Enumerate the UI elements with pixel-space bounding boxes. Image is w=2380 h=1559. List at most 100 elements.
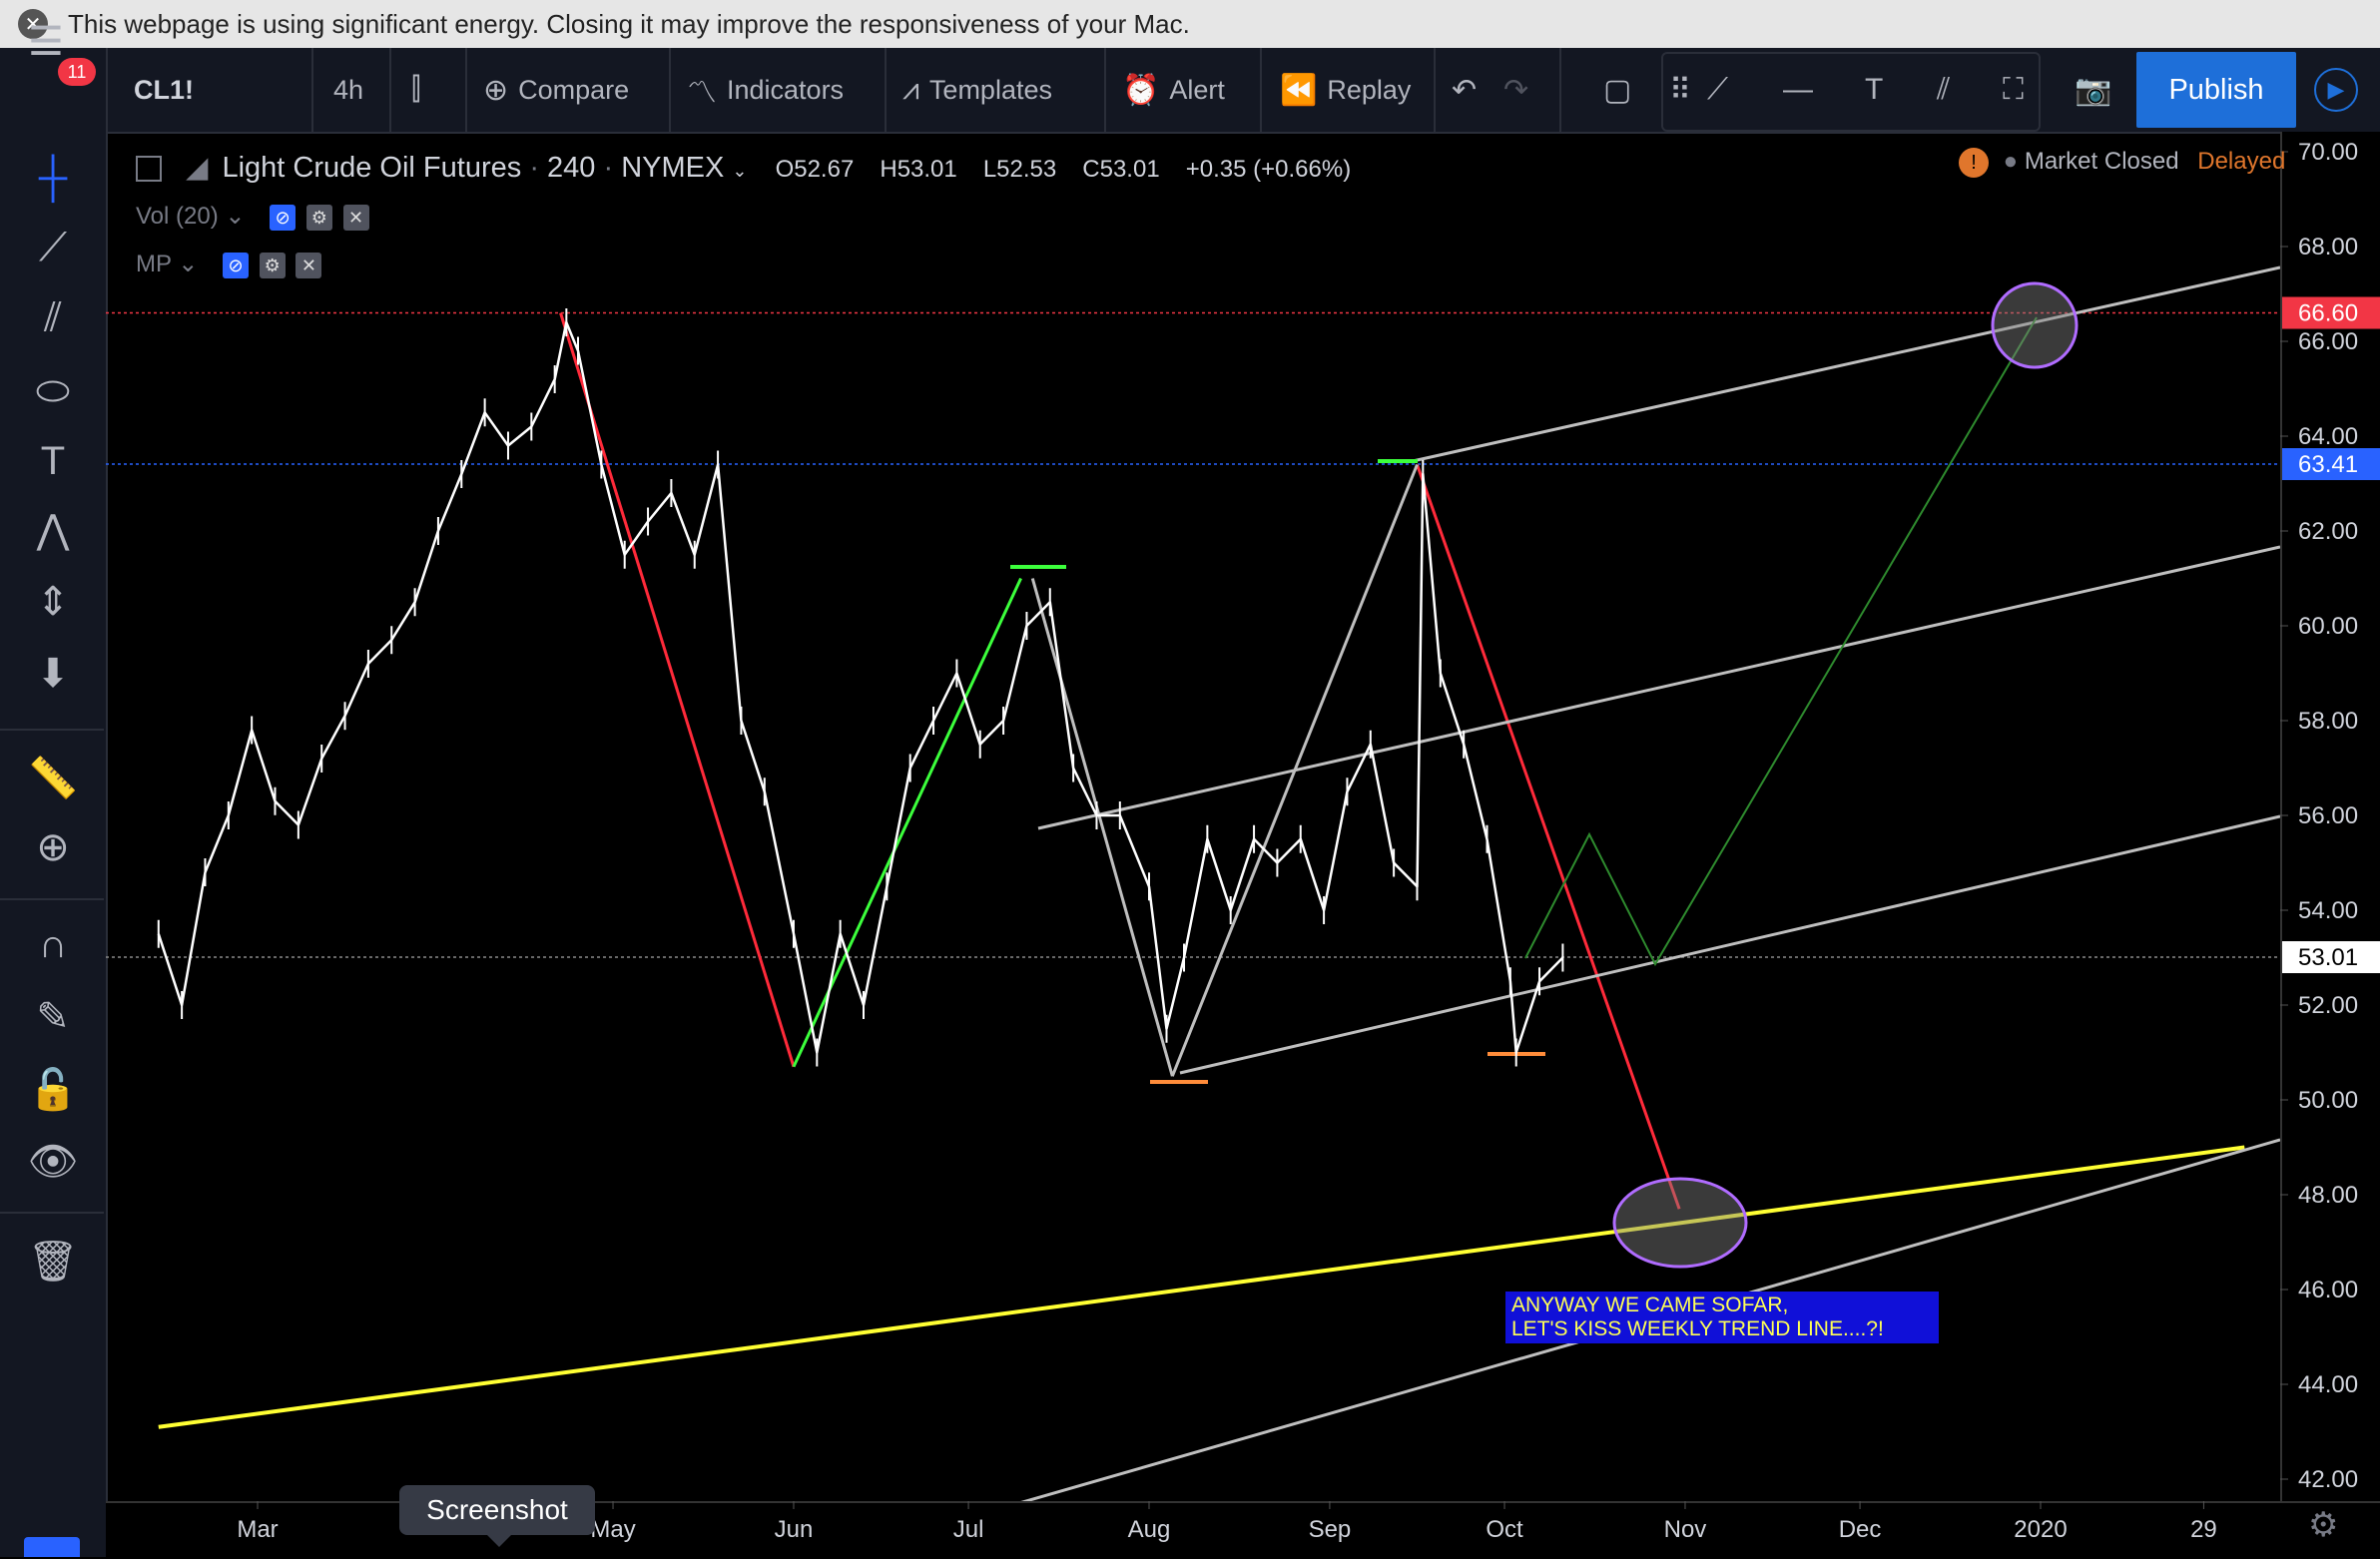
redo-button[interactable]: ↷ bbox=[1503, 48, 1538, 132]
price-label: 53.01 bbox=[2298, 944, 2358, 971]
fullscreen-icon: ⛶ bbox=[2003, 73, 2024, 106]
y-tick-label: 42.00 bbox=[2298, 1466, 2358, 1493]
target-ellipse bbox=[1991, 281, 2079, 369]
favorites-star-icon[interactable] bbox=[24, 1537, 80, 1557]
legend-change: +0.35 (+0.66%) bbox=[1185, 156, 1352, 183]
x-tick-label: Nov bbox=[1664, 1516, 1707, 1543]
legend-close: C53.01 bbox=[1082, 156, 1160, 183]
y-tick-label: 64.00 bbox=[2298, 423, 2358, 450]
x-tick-label: Aug bbox=[1128, 1516, 1171, 1543]
alarm-clock-icon: ⏰ bbox=[1122, 73, 1160, 107]
layout-button[interactable]: ▢ bbox=[1603, 48, 1641, 132]
publish-button[interactable]: Publish bbox=[2136, 52, 2296, 128]
lock-drawing-icon[interactable]: ✎ bbox=[0, 994, 106, 1040]
warning-icon[interactable]: ! bbox=[1959, 148, 1989, 178]
price-label: 63.41 bbox=[2298, 451, 2358, 478]
legend-high: H53.01 bbox=[880, 156, 957, 183]
ruler-icon[interactable]: 📏 bbox=[0, 755, 106, 801]
chevron-down-icon[interactable]: ⌄ bbox=[732, 161, 747, 181]
x-tick-label: 2020 bbox=[2014, 1516, 2067, 1543]
indicators-label: Indicators bbox=[727, 74, 845, 105]
y-tick-label: 50.00 bbox=[2298, 1087, 2358, 1114]
x-tick-label: Oct bbox=[1486, 1516, 1523, 1543]
chevron-down-icon[interactable]: ⌄ bbox=[225, 203, 245, 230]
horizontal-line-tool[interactable]: — bbox=[1783, 48, 1823, 132]
pattern-tool-icon[interactable]: ⋀ bbox=[0, 507, 106, 553]
arrow-down-icon[interactable]: ⬇ bbox=[0, 651, 106, 697]
y-tick-label: 66.00 bbox=[2298, 328, 2358, 355]
x-tick-label: 29 bbox=[2190, 1516, 2217, 1543]
alert-button[interactable]: ⏰ Alert bbox=[1122, 48, 1225, 132]
hamburger-icon: ☰ bbox=[28, 20, 64, 64]
snapshot-button[interactable]: 📷 bbox=[2075, 48, 2121, 132]
drag-handle[interactable]: ⠿ bbox=[1669, 48, 1701, 132]
hide-icon[interactable]: ⊘ bbox=[270, 204, 297, 231]
prediction-tool-icon[interactable]: ⇕ bbox=[0, 579, 106, 625]
target-ellipse bbox=[1612, 1177, 1748, 1269]
text-tool[interactable]: T bbox=[1865, 48, 1893, 132]
mp-label[interactable]: MP bbox=[136, 251, 172, 277]
chevron-down-icon[interactable]: ⌄ bbox=[178, 251, 198, 277]
notification-badge: 11 bbox=[58, 58, 96, 86]
compare-button[interactable]: ⊕ Compare bbox=[483, 48, 629, 132]
indicators-button[interactable]: 〽 Indicators bbox=[687, 48, 844, 132]
gear-icon[interactable]: ⚙ bbox=[259, 252, 286, 278]
text-tool-icon[interactable]: T bbox=[0, 439, 106, 484]
status-dot-icon: ● bbox=[2003, 148, 2019, 175]
price-label: 66.60 bbox=[2298, 300, 2358, 327]
zoom-in-icon[interactable]: ⊕ bbox=[0, 824, 106, 870]
fib-tool-icon[interactable]: ⫽ bbox=[0, 295, 106, 340]
unlock-icon[interactable]: 🔓 bbox=[0, 1066, 106, 1113]
market-status: ! ● Market Closed Delayed bbox=[1959, 148, 2285, 178]
chart-annotation-note[interactable]: ANYWAY WE CAME SOFAR, LET'S KISS WEEKLY … bbox=[1505, 1292, 1939, 1343]
flag-icon: ◢ bbox=[186, 152, 209, 184]
y-tick-label: 46.00 bbox=[2298, 1277, 2358, 1303]
price-axis-labels: 70.00 68.00 66.00 64.00 62.00 60.00 58.00 56.00… bbox=[2280, 139, 2380, 1493]
banner-text: This webpage is using significant energy… bbox=[68, 8, 1190, 39]
magnet-icon[interactable]: ∩ bbox=[0, 922, 106, 967]
interval-button[interactable]: 4h bbox=[333, 48, 363, 132]
horizontal-line-icon: — bbox=[1783, 73, 1813, 106]
price-chart[interactable] bbox=[106, 132, 2280, 1501]
fib-tool[interactable]: ⫽ bbox=[1937, 48, 1960, 132]
symbol-search-button[interactable]: CL1! bbox=[134, 48, 194, 132]
templates-button[interactable]: ⩘ Templates bbox=[902, 48, 1052, 132]
eye-icon[interactable]: 👁 bbox=[0, 1138, 106, 1185]
trend-line-tool-icon[interactable]: ⟋ bbox=[0, 226, 106, 270]
grip-icon: ⠿ bbox=[1669, 73, 1691, 107]
chart-type-button[interactable]: ⫿ bbox=[411, 48, 431, 132]
trend-line-tool[interactable]: ⟋ bbox=[1707, 48, 1738, 132]
vol-label[interactable]: Vol (20) bbox=[136, 203, 219, 230]
volume-indicator-legend: Vol (20) ⌄ ⊘ ⚙ ✕ bbox=[136, 202, 369, 231]
undo-button[interactable]: ↶ bbox=[1452, 48, 1487, 132]
close-icon[interactable]: ✕ bbox=[342, 204, 369, 231]
crosshair-icon[interactable]: ┼ bbox=[0, 156, 106, 201]
legend-title: Light Crude Oil Futures bbox=[222, 152, 522, 184]
collapse-icon[interactable] bbox=[136, 156, 162, 183]
market-closed-label: Market Closed bbox=[2024, 148, 2179, 175]
close-icon[interactable]: ✕ bbox=[296, 252, 322, 278]
text-icon: T bbox=[1865, 73, 1884, 106]
chart-legend: ◢ Light Crude Oil Futures · 240 · NYMEX … bbox=[136, 150, 1351, 185]
y-tick-label: 60.00 bbox=[2298, 613, 2358, 640]
legend-interval: 240 bbox=[547, 152, 596, 184]
fib-icon: ⫽ bbox=[1937, 73, 1951, 106]
y-tick-label: 56.00 bbox=[2298, 802, 2358, 829]
energy-warning-banner: ✕ This webpage is using significant ener… bbox=[0, 0, 2380, 48]
x-tick-label: Jun bbox=[775, 1516, 814, 1543]
settings-gear-icon[interactable]: ⚙ bbox=[2308, 1505, 2338, 1545]
hide-icon[interactable]: ⊘ bbox=[223, 252, 250, 278]
trash-icon[interactable]: 🗑 bbox=[0, 1238, 106, 1285]
y-tick-label: 68.00 bbox=[2298, 234, 2358, 260]
templates-icon: ⩘ bbox=[902, 73, 919, 106]
yellow-trend-drawing bbox=[158, 1145, 2245, 1429]
replay-button[interactable]: ⏪ Replay bbox=[1280, 48, 1411, 132]
play-button[interactable]: ▶ bbox=[2314, 48, 2358, 132]
gear-icon[interactable]: ⚙ bbox=[305, 204, 332, 231]
y-tick-label: 62.00 bbox=[2298, 518, 2358, 545]
shape-tool-icon[interactable]: ⬭ bbox=[0, 369, 106, 414]
trend-line-icon: ⟋ bbox=[1707, 73, 1728, 106]
alert-label: Alert bbox=[1169, 74, 1225, 105]
replay-label: Replay bbox=[1327, 74, 1412, 105]
fullscreen-button[interactable]: ⛶ bbox=[2003, 48, 2034, 132]
